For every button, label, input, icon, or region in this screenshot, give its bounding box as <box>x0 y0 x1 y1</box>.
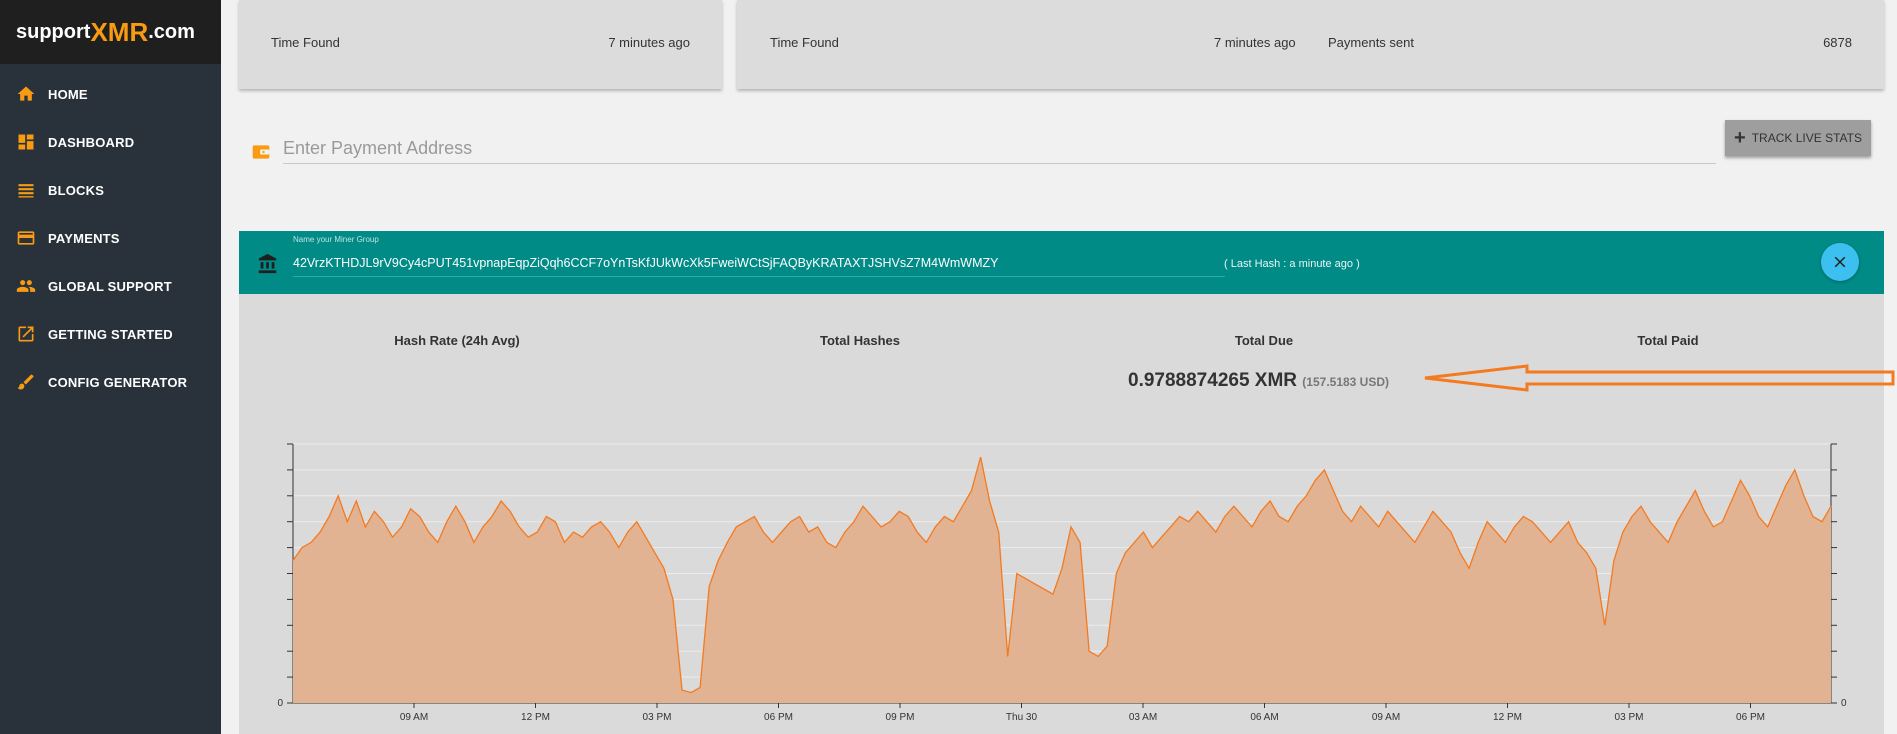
sidebar-item-label: CONFIG GENERATOR <box>48 374 188 390</box>
chart-x-tick-label: 06 PM <box>764 712 793 723</box>
sidebar-item-home[interactable]: HOME <box>0 70 221 118</box>
chart-x-tick-label: 03 PM <box>643 712 672 723</box>
block-info-card: Time Found 7 minutes ago <box>239 0 722 89</box>
miner-group-label: Name your Miner Group <box>293 235 379 244</box>
chart-area <box>293 457 1831 703</box>
miner-stats-panel: Hash Rate (24h Avg) Total Hashes Total D… <box>239 294 1895 734</box>
people-icon <box>16 276 36 296</box>
payment-address-input[interactable] <box>283 134 1716 164</box>
chart-x-tick-label: 12 PM <box>1493 712 1522 723</box>
bank-icon <box>257 253 279 275</box>
sidebar-nav: HOME DASHBOARD BLOCKS PAYMENTS GLOBAL SU… <box>0 64 221 406</box>
wallet-icon <box>251 142 271 162</box>
sidebar-item-dashboard[interactable]: DASHBOARD <box>0 118 221 166</box>
home-icon <box>16 84 36 104</box>
payments-sent-label: Payments sent <box>1328 35 1414 50</box>
logo-part-2: XMR <box>90 16 149 47</box>
chart-x-tick-label: Thu 30 <box>1006 712 1038 723</box>
chart-y-label-right: 0 <box>1841 698 1847 709</box>
chart-x-tick-label: 09 AM <box>400 712 428 723</box>
sidebar-item-label: DASHBOARD <box>48 134 135 150</box>
chart-x-tick-label: 06 AM <box>1250 712 1278 723</box>
site-logo[interactable]: support XMR .com <box>0 0 221 64</box>
sidebar-item-getting-started[interactable]: GETTING STARTED <box>0 310 221 358</box>
time-found-value: 7 minutes ago <box>608 35 690 50</box>
payments-icon <box>16 228 36 248</box>
sidebar-item-label: BLOCKS <box>48 182 105 198</box>
time-found-label: Time Found <box>271 35 340 50</box>
chart-x-tick-label: 09 AM <box>1372 712 1400 723</box>
chart-x-tick-label: 03 AM <box>1129 712 1157 723</box>
time-found-value: 7 minutes ago <box>1214 35 1296 50</box>
last-hash-text: ( Last Hash : a minute ago ) <box>1224 258 1360 270</box>
track-live-stats-button[interactable]: + TRACK LIVE STATS <box>1725 120 1871 156</box>
chart-x-tick-label: 12 PM <box>521 712 550 723</box>
track-live-stats-label: TRACK LIVE STATS <box>1751 131 1862 145</box>
blocks-icon <box>16 180 36 200</box>
miner-address-bar: Name your Miner Group 42VrzKTHDJL9rV9Cy4… <box>239 231 1884 294</box>
chart-y-label-left: 0 <box>277 698 283 709</box>
external-link-icon <box>16 324 36 344</box>
plus-icon: + <box>1734 126 1746 149</box>
logo-part-1: support <box>16 20 91 43</box>
sidebar-item-label: GLOBAL SUPPORT <box>48 278 172 294</box>
sidebar-item-payments[interactable]: PAYMENTS <box>0 214 221 262</box>
logo-part-3: .com <box>148 20 195 43</box>
miner-address-field[interactable]: 42VrzKTHDJL9rV9Cy4cPUT451vpnapEqpZiQqh6C… <box>293 256 1225 277</box>
sidebar-item-config-generator[interactable]: CONFIG GENERATOR <box>0 358 221 406</box>
chart-x-tick-label: 03 PM <box>1615 712 1644 723</box>
pool-info-card: Time Found 7 minutes ago Payments sent 6… <box>737 0 1884 89</box>
payments-sent-value: 6878 <box>1823 35 1852 50</box>
close-button[interactable] <box>1821 243 1859 281</box>
sidebar-item-global-support[interactable]: GLOBAL SUPPORT <box>0 262 221 310</box>
hashrate-chart: 09 AM 12 PM 03 PM 06 PM 09 PM Thu 30 03 AM 06 A… <box>277 443 1847 723</box>
dashboard-icon <box>16 132 36 152</box>
time-found-label: Time Found <box>770 35 839 50</box>
brush-icon <box>16 372 36 392</box>
sidebar-item-label: HOME <box>48 86 88 102</box>
close-icon <box>1834 256 1846 268</box>
chart-x-tick-label: 09 PM <box>886 712 915 723</box>
sidebar-item-blocks[interactable]: BLOCKS <box>0 166 221 214</box>
sidebar: support XMR .com HOME DASHBOARD BLOCKS PAY… <box>0 0 221 734</box>
chart-x-tick-label: 06 PM <box>1736 712 1765 723</box>
sidebar-item-label: PAYMENTS <box>48 230 120 246</box>
sidebar-item-label: GETTING STARTED <box>48 326 173 342</box>
